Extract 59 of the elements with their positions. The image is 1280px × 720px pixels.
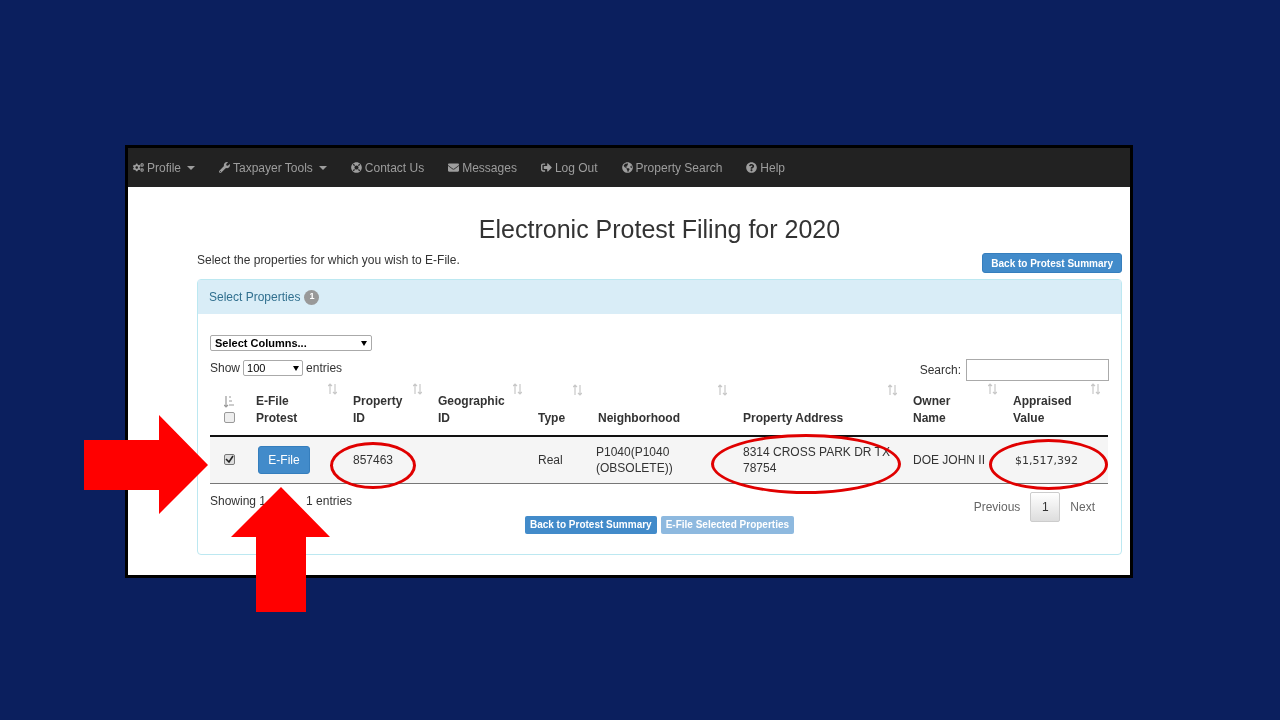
column-header[interactable]: E-File Protest: [256, 393, 298, 427]
caret-icon: [187, 165, 195, 170]
select-all-checkbox[interactable]: [223, 411, 235, 423]
sort-icon: [224, 395, 234, 408]
nav-item[interactable]: Contact Us: [350, 158, 425, 177]
action-button[interactable]: Back to Protest Summary: [524, 515, 657, 534]
sort-icon: [718, 384, 727, 396]
wrench-icon: [219, 162, 230, 173]
envelope-icon: [448, 162, 460, 173]
search-field[interactable]: [966, 359, 1109, 381]
show-label: Show: [210, 360, 241, 377]
help-icon: [746, 162, 758, 173]
column-select[interactable]: Select Columns...: [210, 335, 372, 351]
pagination-button[interactable]: Next: [1060, 491, 1105, 522]
nav-item[interactable]: Taxpayer Tools: [219, 158, 327, 177]
sort-icon: [513, 383, 522, 395]
entries-text: 1 entries: [306, 492, 353, 510]
sort-icon: [888, 384, 897, 396]
dropdown-arrow-icon: [361, 340, 367, 346]
column-header[interactable]: Appraised Value: [1013, 393, 1072, 427]
column-header[interactable]: Property ID: [353, 393, 403, 427]
nav-item[interactable]: Profile: [133, 158, 195, 177]
table-cell: 857463: [353, 452, 394, 467]
back-button[interactable]: Back to Protest Summary: [982, 253, 1122, 273]
search-label: Search:: [919, 362, 961, 379]
column-header[interactable]: Geographic ID: [438, 393, 505, 427]
lifebuoy-icon: [350, 162, 362, 173]
column-header[interactable]: Type: [538, 410, 566, 427]
pagination-button[interactable]: Previous: [963, 491, 1031, 522]
nav-item[interactable]: Help: [746, 158, 785, 177]
pagination-button[interactable]: 1: [1030, 491, 1061, 522]
dropdown-arrow-icon: [293, 365, 300, 371]
column-header[interactable]: Property Address: [743, 410, 844, 427]
page-size-select[interactable]: 100: [243, 360, 304, 376]
caret-icon: [318, 165, 327, 170]
page-title: Electronic Protest Filing for 2020: [477, 214, 842, 245]
globe-icon: [621, 162, 633, 173]
sort-icon: [413, 383, 422, 395]
gears-icon: [133, 162, 144, 173]
column-header[interactable]: Owner Name: [913, 393, 951, 427]
efile-button[interactable]: E-File: [258, 445, 310, 474]
table-cell: $1,517,392: [1015, 453, 1078, 467]
table-cell: Real: [538, 452, 563, 467]
instructions-text: Select the properties for which you wish to E-File.: [197, 252, 460, 269]
column-header[interactable]: Neighborhood: [598, 410, 680, 427]
nav-item[interactable]: Messages: [448, 158, 517, 177]
entries-label: entries: [306, 360, 343, 377]
table-cell: DOE JOHN II: [913, 452, 985, 467]
sort-icon: [1091, 383, 1100, 395]
sort-icon: [328, 383, 337, 395]
table-cell: P1040(P1040 (OBSOLETE)): [596, 444, 673, 475]
nav-item[interactable]: Log Out: [540, 158, 598, 177]
count-badge: 1: [304, 289, 320, 305]
sort-icon: [573, 384, 582, 396]
sign-out-icon: [540, 162, 552, 173]
nav-item[interactable]: Property Search: [621, 158, 723, 177]
row-checkbox[interactable]: [223, 453, 235, 465]
panel-title: Select Properties: [209, 289, 301, 306]
sort-icon: [988, 383, 997, 395]
